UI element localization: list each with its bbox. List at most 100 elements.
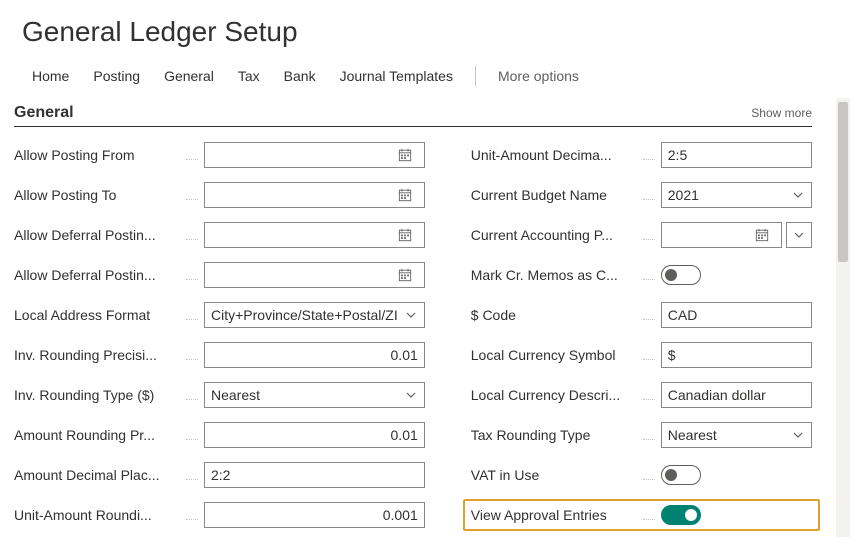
more-options[interactable]: More options [488, 64, 589, 88]
field-control: Nearest [661, 422, 812, 448]
field-label: Tax Rounding Type [471, 427, 641, 443]
label-dots [186, 150, 198, 160]
calendar-icon[interactable] [749, 228, 775, 242]
field-row: VAT in Use [471, 461, 812, 489]
field-control [204, 262, 425, 288]
section-header: General Show more [14, 98, 812, 127]
date-input[interactable] [204, 142, 425, 168]
label-dots [643, 190, 655, 200]
field-row: Local Currency Descri...Canadian dollar [471, 381, 812, 409]
tab-general[interactable]: General [154, 64, 224, 88]
field-label: View Approval Entries [471, 507, 641, 523]
field-control [661, 465, 812, 485]
number-input[interactable]: 0.01 [204, 422, 425, 448]
chevron-down-icon[interactable] [785, 429, 811, 441]
field-label: Amount Rounding Pr... [14, 427, 184, 443]
field-label: Inv. Rounding Precisi... [14, 347, 184, 363]
field-row: Allow Deferral Postin... [14, 261, 425, 289]
field-label: Current Budget Name [471, 187, 641, 203]
label-dots [643, 470, 655, 480]
dropdown-button[interactable] [786, 222, 812, 248]
field-row: Unit-Amount Decima... 2:5 [471, 141, 812, 169]
field-control [204, 222, 425, 248]
label-dots [643, 510, 655, 520]
date-input[interactable] [661, 222, 782, 248]
field-row: Allow Posting To [14, 181, 425, 209]
field-row: Inv. Rounding Precisi... 0.01 [14, 341, 425, 369]
right-column: Unit-Amount Decima... 2:5 Current Budget N… [471, 141, 812, 541]
tab-bank[interactable]: Bank [274, 64, 326, 88]
field-row: Tax Rounding Type Nearest [471, 421, 812, 449]
text-input[interactable]: Canadian dollar [661, 382, 812, 408]
select-input[interactable]: 2021 [661, 182, 812, 208]
section-title: General [14, 104, 74, 122]
field-row: Allow Deferral Postin... [14, 221, 425, 249]
number-input[interactable]: 0.001 [204, 502, 425, 528]
chevron-down-icon[interactable] [398, 389, 424, 401]
number-input[interactable]: 0.01 [204, 342, 425, 368]
label-dots [186, 510, 198, 520]
label-dots [643, 310, 655, 320]
text-input[interactable]: $ [661, 342, 812, 368]
left-column: Allow Posting FromAllow Posting ToAllow … [14, 141, 425, 541]
label-dots [186, 350, 198, 360]
select-input[interactable]: City+Province/State+Postal/ZI [204, 302, 425, 328]
date-input[interactable] [204, 262, 425, 288]
toggle-off[interactable] [661, 265, 701, 285]
field-row: Amount Decimal Plac... 2:2 [14, 461, 425, 489]
date-input[interactable] [204, 182, 425, 208]
field-label: Local Currency Symbol [471, 347, 641, 363]
field-control: 2:2 [204, 462, 425, 488]
field-row: Amount Rounding Pr... 0.01 [14, 421, 425, 449]
label-dots [186, 430, 198, 440]
label-dots [643, 150, 655, 160]
calendar-icon[interactable] [392, 228, 418, 242]
field-row: Local Currency Symbol $ [471, 341, 812, 369]
field-control: CAD [661, 302, 812, 328]
toggle-on[interactable] [661, 505, 701, 525]
label-dots [186, 390, 198, 400]
field-control: 2021 [661, 182, 812, 208]
show-more-link[interactable]: Show more [751, 106, 812, 120]
field-control: $ [661, 342, 812, 368]
page-title: General Ledger Setup [0, 0, 852, 58]
calendar-icon[interactable] [392, 188, 418, 202]
text-input[interactable]: 2:2 [204, 462, 425, 488]
toggle-off[interactable] [661, 465, 701, 485]
label-dots [186, 470, 198, 480]
text-input[interactable]: 2:5 [661, 142, 812, 168]
text-input[interactable]: CAD [661, 302, 812, 328]
select-input[interactable]: Nearest [661, 422, 812, 448]
field-label: Unit-Amount Roundi... [14, 507, 184, 523]
date-input[interactable] [204, 222, 425, 248]
field-label: Allow Deferral Postin... [14, 227, 184, 243]
field-control [661, 222, 812, 248]
label-dots [643, 230, 655, 240]
chevron-down-icon[interactable] [398, 309, 424, 321]
field-label: Local Address Format [14, 307, 184, 323]
field-row: View Approval Entries [471, 501, 812, 529]
calendar-icon[interactable] [392, 148, 418, 162]
scrollbar[interactable] [836, 98, 850, 537]
label-dots [643, 350, 655, 360]
select-input[interactable]: Nearest [204, 382, 425, 408]
chevron-down-icon[interactable] [785, 189, 811, 201]
highlighted-field: View Approval Entries [463, 499, 820, 531]
label-dots [643, 390, 655, 400]
field-control: 2:5 [661, 142, 812, 168]
tab-tax[interactable]: Tax [228, 64, 270, 88]
field-label: Amount Decimal Plac... [14, 467, 184, 483]
field-control: 0.001 [204, 502, 425, 528]
tab-home[interactable]: Home [22, 64, 79, 88]
calendar-icon[interactable] [392, 268, 418, 282]
field-label: Current Accounting P... [471, 227, 641, 243]
label-dots [186, 230, 198, 240]
field-label: Unit-Amount Decima... [471, 147, 641, 163]
scrollbar-thumb[interactable] [838, 102, 848, 262]
tab-journal-templates[interactable]: Journal Templates [330, 64, 463, 88]
tab-posting[interactable]: Posting [83, 64, 150, 88]
field-row: $ CodeCAD [471, 301, 812, 329]
field-row: Inv. Rounding Type ($)Nearest [14, 381, 425, 409]
field-row: Local Address Format City+Province/State+… [14, 301, 425, 329]
field-label: Mark Cr. Memos as C... [471, 267, 641, 283]
